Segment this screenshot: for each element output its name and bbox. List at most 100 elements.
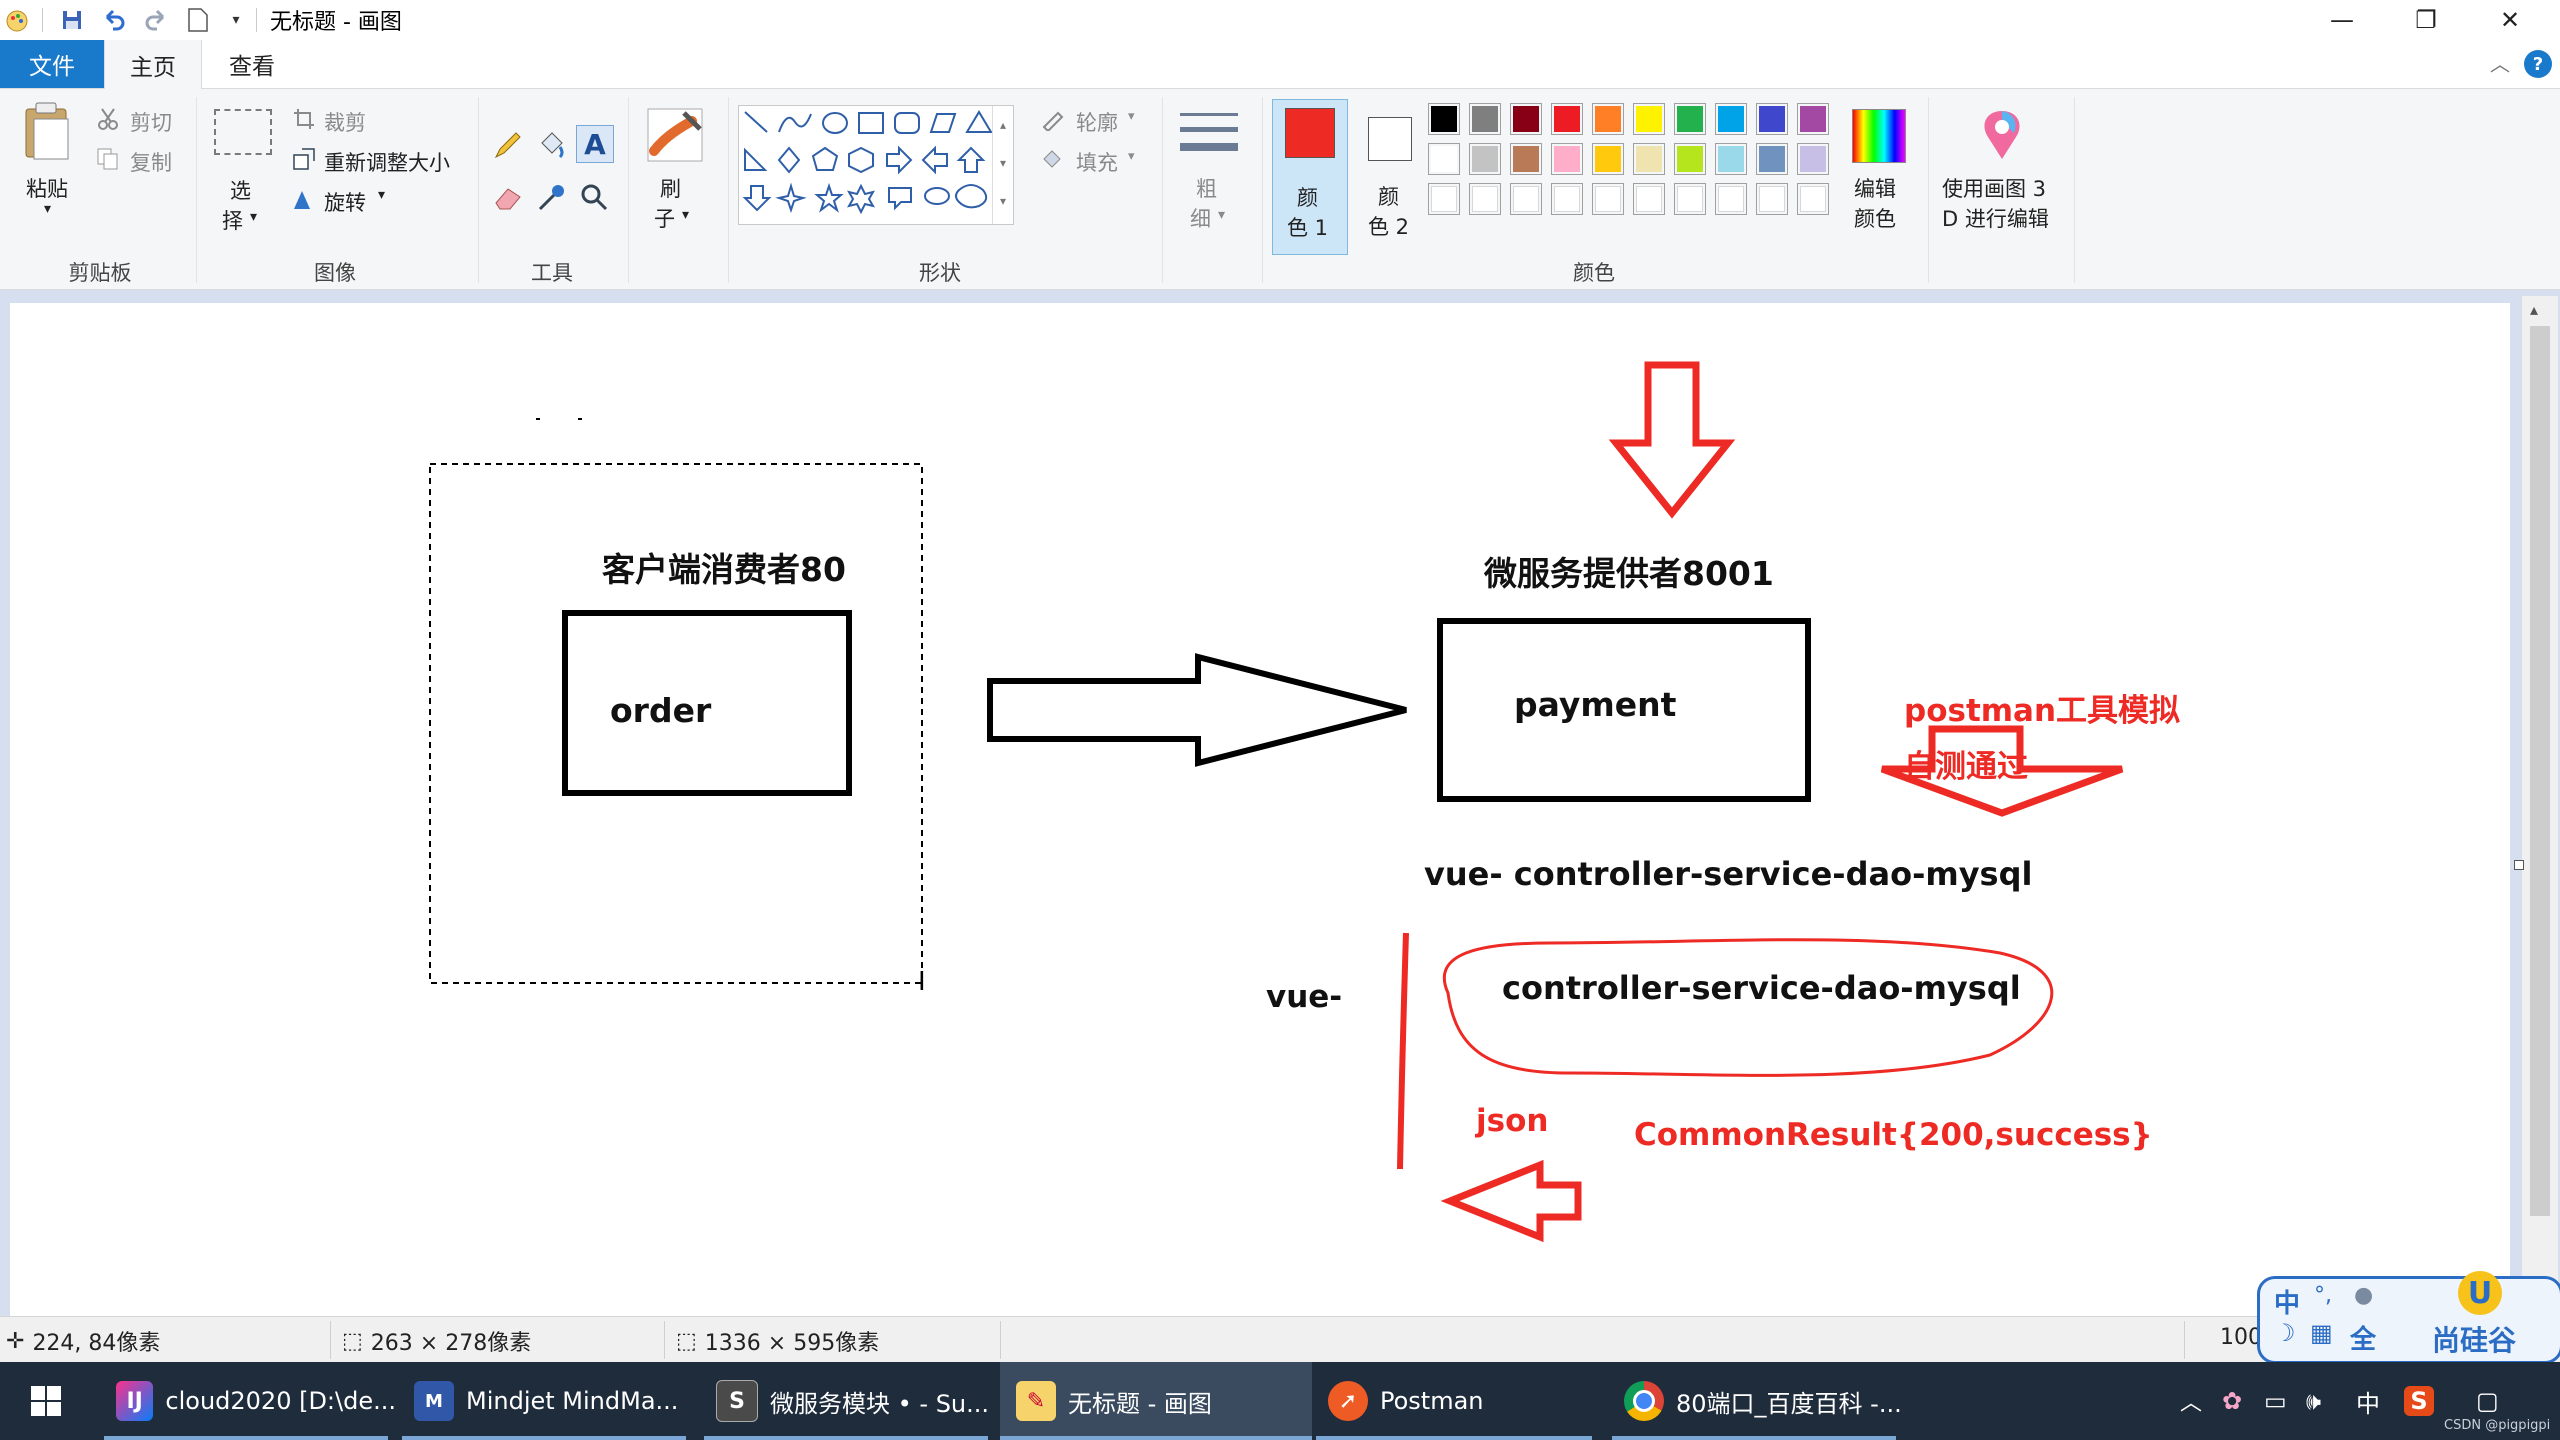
zoom-level[interactable]: 100	[2220, 1325, 2262, 1350]
brushes-dropdown-icon[interactable]: ▾	[682, 207, 689, 223]
palette-color-swatch[interactable]	[1428, 183, 1460, 215]
color1-button[interactable]: 颜 色 1	[1272, 99, 1348, 255]
battery-icon[interactable]: ▭	[2264, 1362, 2287, 1440]
paint3d-button-line2[interactable]: D 进行编辑	[1942, 203, 2049, 233]
volume-icon[interactable]: 🕪	[2306, 1362, 2321, 1440]
palette-color-swatch[interactable]	[1633, 103, 1665, 135]
palette-color-swatch[interactable]	[1551, 103, 1583, 135]
taskbar-item-sublime[interactable]: S 微服务模块 • - Su...	[704, 1362, 996, 1440]
shapes-gallery[interactable]: ▴ ▾ ▾	[738, 105, 1014, 225]
crop-button[interactable]: 裁剪	[324, 107, 366, 137]
taskbar-item-intellij[interactable]: IJ cloud2020 [D:\de...	[104, 1362, 396, 1440]
palette-color-swatch[interactable]	[1510, 143, 1542, 175]
paste-icon[interactable]	[20, 101, 80, 161]
palette-color-swatch[interactable]	[1674, 143, 1706, 175]
outline-dropdown-icon[interactable]: ▾	[1128, 109, 1135, 124]
taskbar-item-postman[interactable]: ➚ Postman	[1316, 1362, 1600, 1440]
minimize-button[interactable]: —	[2300, 0, 2384, 40]
fill-dropdown-icon[interactable]: ▾	[1128, 149, 1135, 164]
paste-dropdown-icon[interactable]: ▾	[44, 201, 51, 217]
size-dropdown-icon[interactable]: ▾	[1218, 207, 1225, 223]
fill-bucket-icon[interactable]	[536, 129, 568, 161]
cut-button[interactable]: 剪切	[130, 107, 172, 137]
palette-color-swatch[interactable]	[1428, 143, 1460, 175]
ime-chinese-mode[interactable]: 中	[2274, 1283, 2300, 1320]
text-tool-icon[interactable]: A	[576, 125, 614, 163]
sogou-icon[interactable]: S	[2404, 1362, 2434, 1440]
shapes-scroll-icon[interactable]: ▴ ▾ ▾	[992, 106, 1013, 224]
scrollbar-thumb[interactable]	[2530, 326, 2550, 1216]
tray-app-icon[interactable]: ✿	[2222, 1362, 2242, 1440]
size-button[interactable]: 粗	[1196, 173, 1217, 203]
palette-color-swatch[interactable]	[1633, 183, 1665, 215]
ime-keyboard-icon[interactable]: ▦	[2310, 1319, 2333, 1347]
vertical-scrollbar[interactable]: ▴	[2522, 296, 2558, 1316]
tab-file[interactable]: 文件	[0, 40, 104, 88]
resize-button[interactable]: 重新调整大小	[324, 147, 450, 177]
rotate-dropdown-icon[interactable]: ▾	[378, 187, 385, 203]
copy-button[interactable]: 复制	[130, 147, 172, 177]
palette-color-swatch[interactable]	[1551, 183, 1583, 215]
help-icon[interactable]: ?	[2524, 50, 2552, 78]
fill-button[interactable]: 填充	[1076, 147, 1118, 177]
palette-color-swatch[interactable]	[1592, 183, 1624, 215]
tab-view[interactable]: 查看	[200, 40, 304, 88]
palette-color-swatch[interactable]	[1715, 183, 1747, 215]
palette-color-swatch[interactable]	[1715, 143, 1747, 175]
magnifier-icon[interactable]	[578, 181, 610, 213]
palette-color-swatch[interactable]	[1592, 143, 1624, 175]
edit-colors-button-line2[interactable]: 颜色	[1854, 203, 1896, 233]
maximize-button[interactable]: ❐	[2384, 0, 2468, 40]
edit-colors-icon[interactable]	[1852, 109, 1906, 163]
palette-color-swatch[interactable]	[1715, 103, 1747, 135]
palette-color-swatch[interactable]	[1756, 103, 1788, 135]
start-button[interactable]	[0, 1362, 92, 1440]
rotate-button[interactable]: 旋转	[324, 187, 366, 217]
palette-color-swatch[interactable]	[1469, 183, 1501, 215]
ime-punctuation-icon[interactable]: °,	[2314, 1283, 2332, 1308]
save-icon[interactable]	[58, 6, 86, 34]
show-hidden-icons[interactable]: ︿	[2180, 1362, 2202, 1440]
paint3d-icon[interactable]	[1974, 107, 2030, 163]
palette-color-swatch[interactable]	[1469, 143, 1501, 175]
new-file-icon[interactable]	[184, 6, 212, 34]
size-icon[interactable]	[1178, 109, 1240, 165]
color2-button[interactable]: 颜 色 2	[1352, 99, 1428, 255]
palette-color-swatch[interactable]	[1674, 183, 1706, 215]
palette-color-swatch[interactable]	[1797, 143, 1829, 175]
taskbar-item-mindjet[interactable]: M Mindjet MindMa...	[402, 1362, 694, 1440]
close-button[interactable]: ✕	[2468, 0, 2552, 40]
ime-user-icon[interactable]: ●	[2354, 1283, 2373, 1308]
palette-color-swatch[interactable]	[1510, 103, 1542, 135]
redo-icon[interactable]	[142, 6, 170, 34]
collapse-ribbon-icon[interactable]: ︿	[2490, 48, 2510, 77]
taskbar-item-paint[interactable]: ✎ 无标题 - 画图	[1000, 1362, 1312, 1440]
palette-color-swatch[interactable]	[1592, 103, 1624, 135]
canvas-resize-handle[interactable]	[2514, 860, 2524, 870]
paste-button[interactable]: 粘贴	[26, 173, 68, 203]
customize-quick-access-icon[interactable]: ▾	[222, 6, 250, 34]
paint3d-button[interactable]: 使用画图 3	[1942, 173, 2046, 203]
brushes-icon[interactable]	[644, 105, 706, 165]
size-button-line2[interactable]: 细	[1190, 203, 1211, 233]
undo-icon[interactable]	[100, 6, 128, 34]
ime-fullwidth[interactable]: 全	[2350, 1319, 2376, 1356]
palette-color-swatch[interactable]	[1551, 143, 1583, 175]
pencil-icon[interactable]	[492, 129, 524, 161]
edit-colors-button[interactable]: 编辑	[1854, 173, 1896, 203]
palette-color-swatch[interactable]	[1797, 183, 1829, 215]
palette-color-swatch[interactable]	[1428, 103, 1460, 135]
palette-color-swatch[interactable]	[1674, 103, 1706, 135]
palette-color-swatch[interactable]	[1510, 183, 1542, 215]
select-button-line2[interactable]: 择	[222, 205, 243, 235]
paint-app-icon[interactable]	[4, 6, 32, 34]
select-dropdown-icon[interactable]: ▾	[250, 209, 257, 225]
input-method-indicator[interactable]: 中	[2356, 1362, 2380, 1440]
palette-color-swatch[interactable]	[1469, 103, 1501, 135]
scroll-up-icon[interactable]: ▴	[2530, 300, 2538, 319]
select-icon[interactable]	[214, 109, 272, 155]
outline-button[interactable]: 轮廓	[1076, 107, 1118, 137]
color-picker-icon[interactable]	[536, 181, 568, 213]
ime-moon-icon[interactable]: ☽	[2274, 1319, 2296, 1347]
select-button[interactable]: 选	[230, 175, 251, 205]
